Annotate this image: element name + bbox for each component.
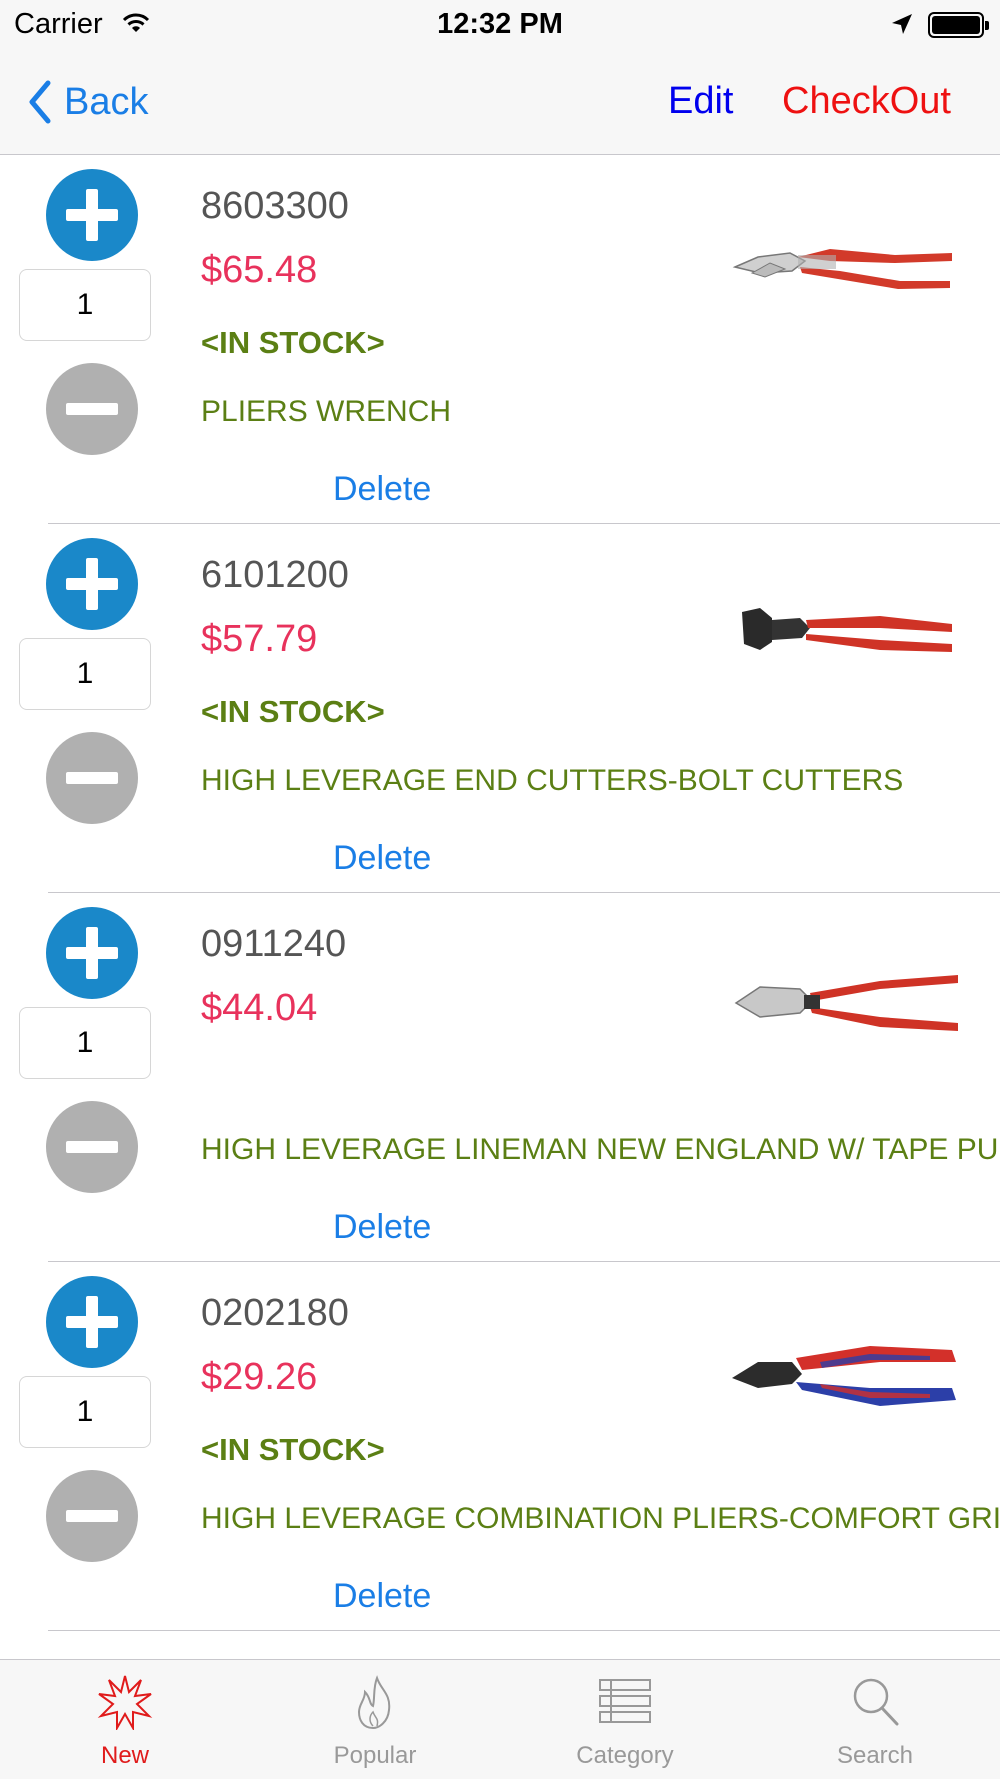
- tab-label: Search: [836, 1742, 914, 1769]
- status-time: 12:32 PM: [437, 8, 563, 40]
- decrease-quantity-button[interactable]: [46, 363, 138, 455]
- decrease-quantity-button[interactable]: [46, 1101, 138, 1193]
- item-description: HIGH LEVERAGE LINEMAN NEW ENGLAND W/ TAP…: [201, 1133, 1000, 1166]
- back-button[interactable]: Back: [28, 77, 148, 127]
- decrease-quantity-button[interactable]: [46, 1470, 138, 1562]
- item-price: $44.04: [201, 987, 318, 1029]
- increase-quantity-button[interactable]: [46, 169, 138, 261]
- tab-label: Popular: [333, 1742, 417, 1769]
- cart-item: 1 8603300 $65.48 <IN STOCK> PLIERS WRENC…: [0, 155, 1000, 524]
- item-price: $29.26: [201, 1356, 318, 1398]
- tab-bar: New Popular Category Search: [0, 1659, 1000, 1779]
- item-price: $65.48: [201, 249, 318, 291]
- increase-quantity-button[interactable]: [46, 538, 138, 630]
- delete-button[interactable]: Delete: [333, 1208, 431, 1247]
- stock-status: <IN STOCK>: [201, 694, 385, 729]
- item-price: $57.79: [201, 618, 318, 660]
- item-description: HIGH LEVERAGE END CUTTERS-BOLT CUTTERS: [201, 764, 904, 797]
- decrease-quantity-button[interactable]: [46, 732, 138, 824]
- tab-label: New: [100, 1742, 149, 1769]
- tab-label: Category: [576, 1742, 674, 1769]
- increase-quantity-button[interactable]: [46, 907, 138, 999]
- stock-status: <IN STOCK>: [201, 1432, 385, 1467]
- item-description: PLIERS WRENCH: [201, 395, 452, 428]
- tab-popular[interactable]: Popular: [250, 1660, 500, 1779]
- item-code: 0202180: [201, 1292, 349, 1334]
- delete-button[interactable]: Delete: [333, 1577, 431, 1616]
- cart-list: 1 8603300 $65.48 <IN STOCK> PLIERS WRENC…: [0, 155, 1000, 1659]
- status-bar: Carrier 12:32 PM: [0, 0, 1000, 50]
- delete-button[interactable]: Delete: [333, 470, 431, 509]
- cart-item: 1 6101200 $57.79 <IN STOCK> HIGH LEVERAG…: [0, 524, 1000, 893]
- starburst-icon: [97, 1675, 153, 1730]
- pliers-wrench-image: [732, 249, 952, 289]
- battery-icon: [928, 12, 989, 38]
- increase-quantity-button[interactable]: [46, 1276, 138, 1368]
- list-icon: [599, 1679, 651, 1723]
- flame-icon: [357, 1675, 391, 1730]
- quantity-field[interactable]: 1: [19, 269, 151, 341]
- tab-category[interactable]: Category: [500, 1660, 750, 1779]
- item-description: HIGH LEVERAGE COMBINATION PLIERS-COMFORT…: [201, 1502, 1000, 1535]
- quantity-field[interactable]: 1: [19, 1376, 151, 1448]
- quantity-field[interactable]: 1: [19, 638, 151, 710]
- cart-item: 1 0202180 $29.26 <IN STOCK> HIGH LEVERAG…: [0, 1262, 1000, 1631]
- tab-search[interactable]: Search: [750, 1660, 1000, 1779]
- tab-new[interactable]: New: [0, 1660, 250, 1779]
- end-cutters-image: [742, 608, 952, 652]
- cart-item: 1 0911240 $44.04 HIGH LEVERAGE LINEMAN N…: [0, 893, 1000, 1262]
- item-code: 6101200: [201, 554, 349, 596]
- checkout-button[interactable]: CheckOut: [782, 80, 951, 123]
- item-code: 0911240: [201, 923, 347, 965]
- stock-status: <IN STOCK>: [201, 325, 385, 360]
- back-label: Back: [64, 80, 149, 123]
- row-divider: [48, 1630, 1000, 1631]
- edit-button[interactable]: Edit: [668, 80, 733, 123]
- item-code: 8603300: [201, 185, 349, 227]
- location-arrow-icon: [892, 14, 912, 34]
- navigation-bar: Back Edit CheckOut: [0, 50, 1000, 155]
- combination-pliers-image: [732, 1346, 956, 1406]
- quantity-field[interactable]: 1: [19, 1007, 151, 1079]
- chevron-left-icon: [29, 80, 51, 124]
- lineman-pliers-image: [734, 975, 958, 1031]
- delete-button[interactable]: Delete: [333, 839, 431, 878]
- magnifier-icon: [853, 1678, 899, 1726]
